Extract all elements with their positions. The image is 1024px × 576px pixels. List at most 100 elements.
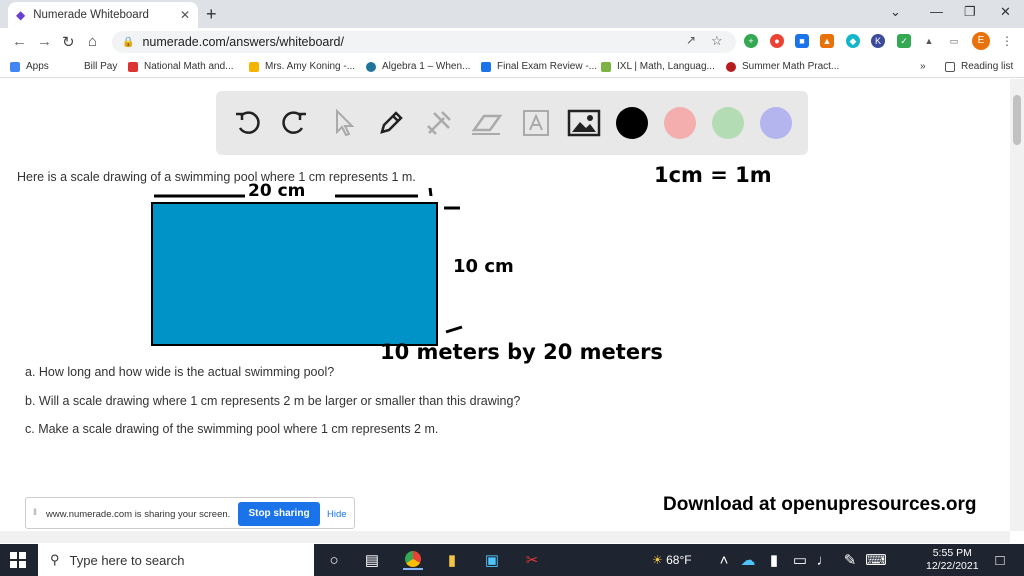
scrollbar-thumb[interactable] <box>1013 95 1021 145</box>
bookmark-final-exam[interactable]: Final Exam Review -... <box>481 61 597 72</box>
pointer-icon[interactable] <box>326 105 362 141</box>
profile-avatar[interactable]: E <box>972 32 990 50</box>
battery-icon[interactable]: ▮ <box>764 550 784 570</box>
bookmark-bill-pay[interactable]: Bill Pay <box>84 61 117 72</box>
horizontal-scrollbar[interactable] <box>0 531 1010 543</box>
apps-grid-icon <box>10 61 20 72</box>
close-window-button[interactable]: ✕ <box>1000 4 1011 20</box>
back-icon[interactable]: ← <box>12 33 27 50</box>
forward-icon[interactable]: → <box>37 33 52 50</box>
search-icon: ⚲ <box>50 552 60 567</box>
cast-icon[interactable]: ▭ <box>947 34 961 48</box>
tab-title: Numerade Whiteboard <box>33 9 149 21</box>
question-a: a. How long and how wide is the actual s… <box>25 365 335 379</box>
ixl-icon <box>601 61 611 72</box>
weather-sun-icon: ☀ <box>652 553 663 567</box>
question-c: c. Make a scale drawing of the swimming … <box>25 422 439 436</box>
circle-logo-icon <box>726 61 736 72</box>
undo-icon[interactable] <box>230 105 266 141</box>
notifications-icon[interactable]: □ <box>990 550 1010 570</box>
network-icon[interactable]: ▭ <box>790 550 810 570</box>
bookmark-national-math[interactable]: National Math and... <box>128 61 234 72</box>
problem-header: Here is a scale drawing of a swimming po… <box>17 170 416 184</box>
bookmark-algebra[interactable]: Algebra 1 – When... <box>366 61 470 72</box>
reading-list-icon <box>945 61 955 72</box>
clock-date: 12/22/2021 <box>926 560 979 572</box>
extension-check-icon[interactable]: ✓ <box>897 34 911 48</box>
cortana-icon[interactable]: ○ <box>324 550 344 570</box>
tab-close-icon[interactable]: ✕ <box>180 8 190 22</box>
snip-tool-icon[interactable]: ✂ <box>522 550 542 570</box>
image-icon[interactable] <box>566 105 602 141</box>
text-icon[interactable] <box>518 105 554 141</box>
eraser-icon[interactable] <box>469 105 505 141</box>
x-logo-icon <box>128 61 138 72</box>
pen-workspace-icon[interactable]: ✎ <box>840 550 860 570</box>
more-bookmarks-icon[interactable]: » <box>920 61 926 72</box>
extension-plus-icon[interactable]: + <box>744 34 758 48</box>
bookmark-ixl[interactable]: IXL | Math, Languag... <box>601 61 715 72</box>
hide-button[interactable]: Hide <box>327 509 347 520</box>
drag-handle-icon[interactable]: ‖ <box>33 507 37 518</box>
vertical-scrollbar[interactable] <box>1010 79 1024 531</box>
file-explorer-icon[interactable]: ▮ <box>442 550 462 570</box>
task-view-icon[interactable]: ▤ <box>362 550 382 570</box>
windows-start-icon[interactable] <box>10 552 26 571</box>
search-placeholder: Type here to search <box>69 552 185 568</box>
keyboard-icon[interactable]: ⌨ <box>865 550 887 570</box>
extension-grid-icon[interactable]: ● <box>770 34 784 48</box>
share-icon[interactable]: ↗ <box>686 33 696 47</box>
pool-rectangle <box>151 202 438 346</box>
question-b: b. Will a scale drawing where 1 cm repre… <box>25 394 521 408</box>
bookmark-summer-math[interactable]: Summer Math Pract... <box>726 61 839 72</box>
download-banner: Download at openupresources.org <box>663 494 977 515</box>
weather-widget[interactable]: ☀ 68°F <box>652 553 692 567</box>
reading-list-button[interactable]: Reading list <box>945 61 1013 72</box>
extensions-puzzle-icon[interactable]: ▲ <box>922 34 936 48</box>
scale-note: 1cm = 1m <box>654 163 772 187</box>
chevron-up-icon[interactable]: ˄ <box>714 550 734 570</box>
system-clock[interactable]: 5:55 PM 12/22/2021 <box>926 547 979 573</box>
pen-icon[interactable] <box>373 105 409 141</box>
redo-icon[interactable] <box>276 105 312 141</box>
lock-icon: 🔒 <box>122 36 135 48</box>
taskbar-search[interactable]: ⚲ Type here to search <box>38 544 314 576</box>
top-dimension-label: 20 cm <box>248 181 306 201</box>
color-pink-swatch[interactable] <box>664 107 696 139</box>
share-message: www.numerade.com is sharing your screen. <box>46 509 231 520</box>
extension-bookmark-icon[interactable]: ▲ <box>820 34 834 48</box>
menu-dots-icon[interactable]: ⋮ <box>1000 34 1014 48</box>
whiteboard-toolbar <box>216 91 808 155</box>
bookmark-star-icon[interactable]: ☆ <box>711 33 723 49</box>
tab-search-icon[interactable]: ⌄ <box>890 4 901 20</box>
extension-k-icon[interactable]: K <box>871 34 885 48</box>
chrome-taskbar-icon[interactable] <box>403 550 423 570</box>
address-bar[interactable]: 🔒 numerade.com/answers/whiteboard/ <box>112 31 736 53</box>
new-tab-button[interactable]: + <box>206 4 217 25</box>
extension-diamond-icon[interactable]: ◆ <box>846 34 860 48</box>
doc-icon <box>481 61 491 72</box>
volume-icon[interactable]: ♩ <box>814 550 834 570</box>
wordpress-icon <box>366 61 376 72</box>
onedrive-icon[interactable]: ☁ <box>738 550 758 570</box>
side-dimension-label: 10 cm <box>453 256 514 277</box>
reload-icon[interactable]: ↻ <box>62 33 75 51</box>
home-icon[interactable]: ⌂ <box>88 33 97 50</box>
color-purple-swatch[interactable] <box>760 107 792 139</box>
bookmark-apps[interactable]: Apps <box>10 61 49 72</box>
stop-sharing-button[interactable]: Stop sharing <box>238 502 320 526</box>
url-text: numerade.com/answers/whiteboard/ <box>142 35 344 49</box>
bookmark-amy-koning[interactable]: Mrs. Amy Koning -... <box>249 61 355 72</box>
store-icon[interactable]: ▣ <box>482 550 502 570</box>
minimize-button[interactable]: — <box>930 4 943 19</box>
restore-button[interactable]: ❐ <box>964 4 976 20</box>
bookmarks-bar: Apps Bill Pay National Math and... Mrs. … <box>0 56 1024 78</box>
color-black-swatch[interactable] <box>616 107 648 139</box>
screen-share-bar: ‖ www.numerade.com is sharing your scree… <box>25 497 355 529</box>
weather-temp: 68°F <box>666 553 692 567</box>
clock-time: 5:55 PM <box>932 547 972 559</box>
browser-tab[interactable]: ◆ Numerade Whiteboard ✕ <box>8 2 198 28</box>
tools-icon[interactable] <box>421 105 457 141</box>
extension-camera-icon[interactable]: ■ <box>795 34 809 48</box>
color-green-swatch[interactable] <box>712 107 744 139</box>
